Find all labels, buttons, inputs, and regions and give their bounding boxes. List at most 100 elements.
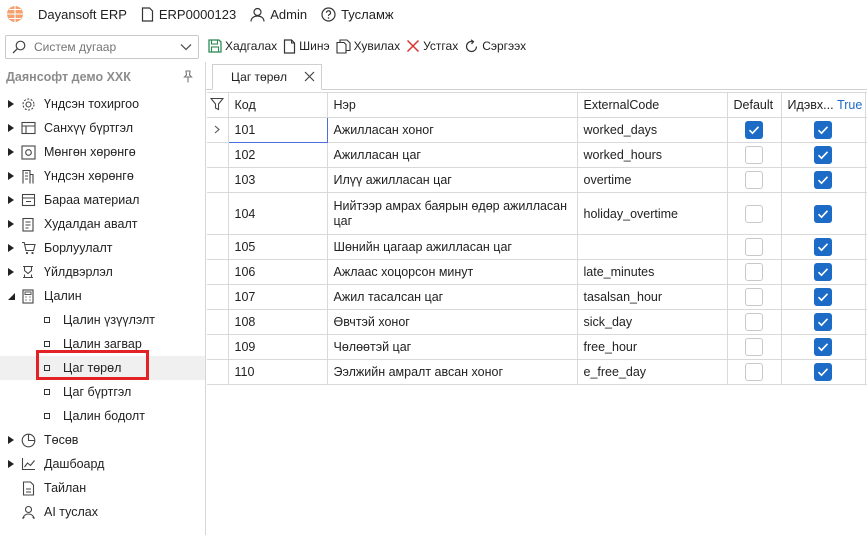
active-checkbox[interactable] <box>814 238 832 256</box>
table-row[interactable]: 110 Ээлжийн амралт авсан хоног e_free_day <box>207 359 867 385</box>
table-row[interactable]: 101 Ажилласан хоног worked_days <box>207 117 867 143</box>
cell-external-code[interactable]: free_hour <box>576 334 728 360</box>
default-checkbox[interactable] <box>745 146 763 164</box>
table-row[interactable]: 109 Чөлөөтэй цаг free_hour <box>207 334 867 360</box>
nav-subitem-payroll-indicators[interactable]: Цалин үзүүлэлт <box>0 308 205 332</box>
active-checkbox[interactable] <box>814 313 832 331</box>
cell-code[interactable]: 101 <box>227 117 328 143</box>
cell-external-code[interactable] <box>576 234 728 260</box>
column-header-active[interactable]: Идэвх... True <box>780 92 866 118</box>
column-header-code[interactable]: Код <box>227 92 328 118</box>
table-row[interactable]: 104 Нийтээр амрах баярын өдөр ажилласан ц… <box>207 192 867 235</box>
expand-arrow-icon[interactable] <box>4 268 18 276</box>
nav-item-inventory[interactable]: Бараа материал <box>0 188 205 212</box>
default-checkbox[interactable] <box>745 238 763 256</box>
cell-code[interactable]: 109 <box>227 334 328 360</box>
default-checkbox[interactable] <box>745 171 763 189</box>
column-header-default[interactable]: Default <box>726 92 782 118</box>
default-checkbox[interactable] <box>745 338 763 356</box>
expand-arrow-icon[interactable] <box>4 100 18 108</box>
copy-button[interactable]: Хувилах <box>336 38 400 54</box>
table-row[interactable]: 103 Илүү ажилласан цаг overtime <box>207 167 867 193</box>
cell-code[interactable]: 105 <box>227 234 328 260</box>
cell-external-code[interactable]: tasalsan_hour <box>576 284 728 310</box>
panel-divider[interactable] <box>205 62 206 535</box>
cell-name[interactable]: Өвчтэй хоног <box>326 309 578 335</box>
expand-arrow-icon[interactable] <box>4 148 18 156</box>
row-indicator[interactable] <box>207 309 229 335</box>
row-indicator[interactable] <box>207 284 229 310</box>
cell-code[interactable]: 103 <box>227 167 328 193</box>
cell-code[interactable]: 110 <box>227 359 328 385</box>
system-number-search[interactable] <box>5 35 199 59</box>
expand-arrow-icon[interactable] <box>4 196 18 204</box>
row-indicator[interactable] <box>207 142 229 168</box>
pin-icon[interactable] <box>182 70 194 83</box>
user-menu[interactable]: Admin <box>250 7 307 22</box>
save-button[interactable]: Хадгалах <box>208 39 277 53</box>
cell-name[interactable]: Ажлаас хоцорсон минут <box>326 259 578 285</box>
active-checkbox[interactable] <box>814 263 832 281</box>
cell-external-code[interactable]: holiday_overtime <box>576 192 728 235</box>
cell-name[interactable]: Ажилласан хоног <box>326 117 578 143</box>
cell-name[interactable]: Ажил тасалсан цаг <box>326 284 578 310</box>
row-indicator[interactable] <box>207 234 229 260</box>
row-indicator[interactable] <box>207 117 229 143</box>
nav-subitem-payroll-calculation[interactable]: Цалин бодолт <box>0 404 205 428</box>
expand-arrow-icon[interactable] <box>4 172 18 180</box>
cell-name[interactable]: Шөнийн цагаар ажилласан цаг <box>326 234 578 260</box>
default-checkbox[interactable] <box>745 263 763 281</box>
nav-subitem-time-records[interactable]: Цаг бүртгэл <box>0 380 205 404</box>
cell-name[interactable]: Илүү ажилласан цаг <box>326 167 578 193</box>
cell-code[interactable]: 104 <box>227 192 328 235</box>
nav-item-finance[interactable]: Санхүү бүртгэл <box>0 116 205 140</box>
nav-item-settings[interactable]: Үндсэн тохиргоо <box>0 92 205 116</box>
nav-item-dashboard[interactable]: Дашбоард <box>0 452 205 476</box>
active-checkbox[interactable] <box>814 363 832 381</box>
active-checkbox[interactable] <box>814 288 832 306</box>
column-header-name[interactable]: Нэр <box>326 92 578 118</box>
cell-code[interactable]: 102 <box>227 142 328 168</box>
table-row[interactable]: 108 Өвчтэй хоног sick_day <box>207 309 867 335</box>
table-row[interactable]: 106 Ажлаас хоцорсон минут late_minutes <box>207 259 867 285</box>
nav-item-reports[interactable]: Тайлан <box>0 476 205 500</box>
expand-arrow-icon[interactable] <box>4 460 18 468</box>
row-indicator[interactable] <box>207 334 229 360</box>
active-checkbox[interactable] <box>814 204 832 223</box>
cell-external-code[interactable]: overtime <box>576 167 728 193</box>
default-checkbox[interactable] <box>745 313 763 331</box>
row-indicator[interactable] <box>207 167 229 193</box>
nav-item-budget[interactable]: Төсөв <box>0 428 205 452</box>
cell-external-code[interactable]: worked_hours <box>576 142 728 168</box>
refresh-button[interactable]: Сэргээх <box>464 38 526 54</box>
cell-name[interactable]: Ажилласан цаг <box>326 142 578 168</box>
expand-arrow-icon[interactable] <box>4 124 18 132</box>
active-checkbox[interactable] <box>814 121 832 139</box>
row-indicator[interactable] <box>207 259 229 285</box>
nav-item-cash[interactable]: Мөнгөн хөрөнгө <box>0 140 205 164</box>
table-row[interactable]: 102 Ажилласан цаг worked_hours <box>207 142 867 168</box>
nav-item-purchasing[interactable]: Худалдан авалт <box>0 212 205 236</box>
chevron-down-icon[interactable] <box>180 43 192 51</box>
table-row[interactable]: 105 Шөнийн цагаар ажилласан цаг <box>207 234 867 260</box>
close-icon[interactable] <box>304 71 315 82</box>
cell-name[interactable]: Нийтээр амрах баярын өдөр ажилласан цаг <box>326 192 578 235</box>
active-checkbox[interactable] <box>814 146 832 164</box>
active-checkbox[interactable] <box>814 171 832 189</box>
default-checkbox[interactable] <box>745 121 763 139</box>
default-checkbox[interactable] <box>745 363 763 381</box>
delete-button[interactable]: Устгах <box>406 39 458 53</box>
cell-code[interactable]: 108 <box>227 309 328 335</box>
nav-item-fixed-assets[interactable]: Үндсэн хөрөнгө <box>0 164 205 188</box>
nav-item-sales[interactable]: Борлуулалт <box>0 236 205 260</box>
expand-arrow-icon[interactable] <box>4 436 18 444</box>
new-button[interactable]: Шинэ <box>283 38 330 54</box>
nav-item-production[interactable]: Үйлдвэрлэл <box>0 260 205 284</box>
cell-external-code[interactable]: sick_day <box>576 309 728 335</box>
row-indicator[interactable] <box>207 192 229 235</box>
row-indicator[interactable] <box>207 359 229 385</box>
filter-row-toggle[interactable] <box>207 92 229 118</box>
cell-code[interactable]: 106 <box>227 259 328 285</box>
cell-external-code[interactable]: late_minutes <box>576 259 728 285</box>
column-header-external-code[interactable]: ExternalCode <box>576 92 728 118</box>
